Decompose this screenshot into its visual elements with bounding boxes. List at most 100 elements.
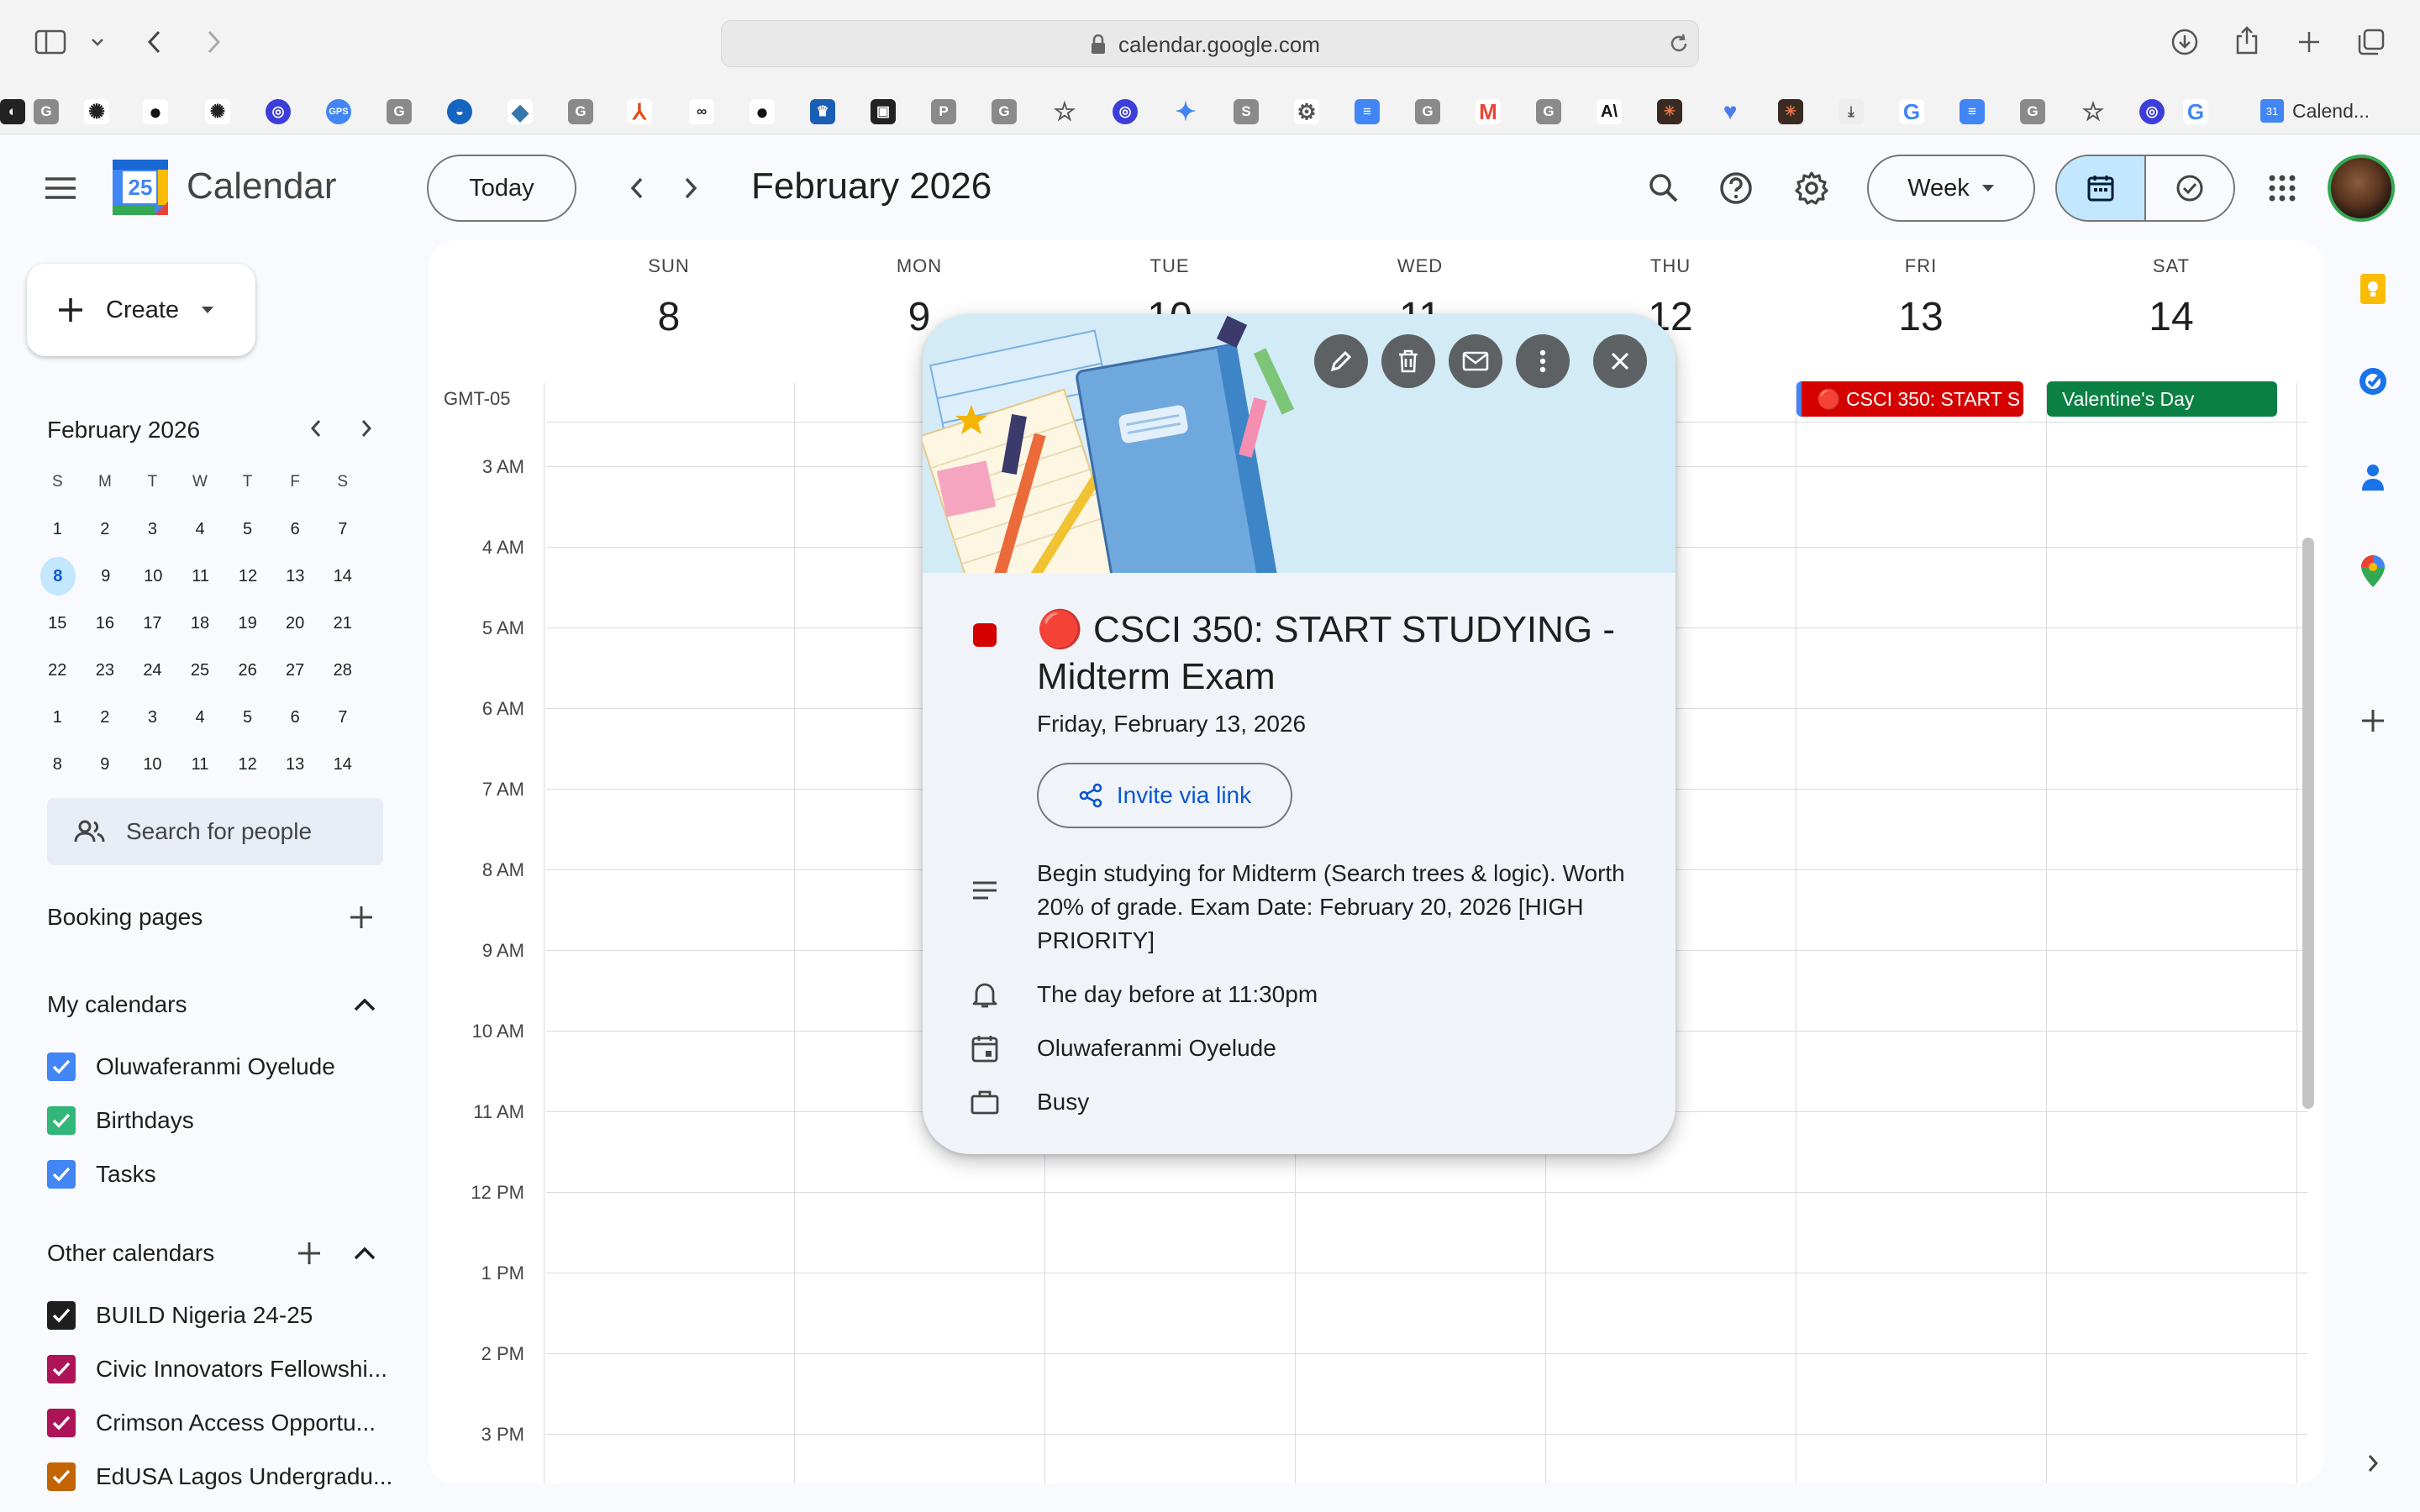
day-header[interactable]: FRI 13 — [1796, 255, 2046, 340]
mini-next-month-icon[interactable] — [341, 403, 392, 454]
mini-calendar-day[interactable]: 12 — [224, 745, 271, 784]
more-options-icon[interactable] — [1516, 334, 1570, 388]
search-icon[interactable] — [1637, 161, 1691, 215]
favorite-github-icon[interactable]: ● — [143, 99, 168, 124]
help-icon[interactable] — [1709, 161, 1763, 215]
mini-calendar-day[interactable]: 11 — [176, 557, 224, 596]
allday-event-valentines[interactable]: Valentine's Day — [2047, 381, 2277, 417]
mini-calendar-day[interactable]: 26 — [224, 651, 271, 690]
checkbox-checked-icon[interactable] — [47, 1106, 76, 1135]
share-icon[interactable] — [2230, 24, 2264, 57]
mini-calendar-day[interactable]: 1 — [34, 510, 82, 549]
favorite-g-icon[interactable]: G — [387, 99, 412, 124]
mini-calendar-day[interactable]: 13 — [271, 745, 319, 784]
mini-calendar-day[interactable]: 2 — [82, 510, 129, 549]
favorite-openai-icon[interactable]: ✺ — [205, 99, 230, 124]
favorite-g-icon[interactable]: G — [1415, 99, 1440, 124]
mini-calendar-day[interactable]: 9 — [82, 745, 129, 784]
add-other-calendar-icon[interactable] — [284, 1228, 334, 1278]
mini-calendar-day[interactable]: 13 — [271, 557, 318, 596]
edit-event-button[interactable] — [1314, 334, 1368, 388]
favorite-gemini-icon[interactable]: ✦ — [1173, 98, 1198, 126]
checkbox-checked-icon[interactable] — [47, 1409, 76, 1437]
create-button[interactable]: Create — [27, 264, 255, 356]
mini-calendar-day[interactable]: 16 — [82, 604, 129, 643]
day-header[interactable]: SUN 8 — [544, 255, 794, 340]
view-selector-button[interactable]: Week — [1867, 155, 2035, 222]
chevron-down-icon[interactable] — [81, 25, 114, 59]
checkbox-checked-icon[interactable] — [47, 1053, 76, 1081]
other-calendars-label[interactable]: Other calendars — [47, 1240, 214, 1267]
my-calendars-label[interactable]: My calendars — [47, 991, 187, 1018]
mini-calendar-day[interactable]: 17 — [129, 604, 176, 643]
favorite-docs-icon[interactable]: ≡ — [1355, 99, 1380, 124]
mini-calendar-day[interactable]: 7 — [318, 510, 366, 549]
sidebar-toggle-icon[interactable] — [34, 25, 67, 59]
chevron-up-icon[interactable] — [339, 1228, 390, 1278]
day-number[interactable]: 8 — [544, 294, 794, 340]
favorite-app-icon[interactable]: ⤓ — [1839, 99, 1864, 124]
mini-calendar-day[interactable]: 2 — [82, 698, 129, 737]
favorite-app-icon[interactable]: ♥ — [1718, 98, 1743, 124]
favorite-gps-icon[interactable]: GPS — [326, 99, 351, 124]
mini-calendar-day[interactable]: 14 — [318, 745, 366, 784]
maps-icon[interactable] — [2353, 551, 2393, 591]
favorite-app-icon[interactable]: ∞ — [689, 99, 714, 124]
settings-gear-icon[interactable] — [1785, 161, 1839, 215]
favorite-app-icon[interactable]: ▣ — [871, 99, 896, 124]
favorite-app-icon[interactable]: ◎ — [1113, 99, 1138, 124]
favorite-app-icon[interactable]: ◎ — [266, 99, 291, 124]
reload-icon[interactable] — [1668, 33, 1690, 55]
checkbox-checked-icon[interactable] — [47, 1160, 76, 1189]
tasks-icon[interactable] — [2353, 361, 2393, 402]
favorite-google-icon[interactable]: G — [1899, 99, 1924, 124]
new-tab-icon[interactable] — [2292, 25, 2326, 59]
mini-calendar-day[interactable]: 9 — [82, 557, 129, 596]
mini-calendar-day[interactable]: 27 — [271, 651, 319, 690]
day-number[interactable]: 13 — [1796, 294, 2046, 340]
mini-prev-month-icon[interactable] — [291, 403, 341, 454]
calendar-list-item[interactable]: BUILD Nigeria 24-25 — [47, 1295, 313, 1336]
favorite-s-icon[interactable]: S — [1234, 99, 1259, 124]
favorite-openai-icon[interactable]: ✺ — [84, 99, 109, 124]
email-guests-button[interactable] — [1449, 334, 1502, 388]
favorite-app-icon[interactable]: ♛ — [810, 99, 835, 124]
mini-calendar-day[interactable]: 3 — [129, 510, 176, 549]
prev-week-icon[interactable] — [610, 161, 664, 215]
downloads-icon[interactable] — [2168, 25, 2202, 59]
account-avatar[interactable] — [2328, 155, 2395, 222]
favorite-app-icon[interactable]: ⚙ — [1294, 99, 1319, 124]
favorite-github-icon[interactable]: ● — [750, 99, 775, 124]
close-popover-button[interactable] — [1593, 334, 1647, 388]
mini-calendar-day[interactable]: 10 — [129, 745, 176, 784]
favorite-g-icon[interactable]: G — [568, 99, 593, 124]
calendar-list-item[interactable]: Birthdays — [47, 1100, 194, 1141]
active-tab[interactable]: 31 Calend... — [2260, 94, 2412, 128]
favorite-docs-icon[interactable]: ≡ — [1960, 99, 1985, 124]
calendar-list-item[interactable]: Oluwaferanmi Oyelude — [47, 1047, 335, 1087]
allday-event-csci350[interactable]: 🔴 CSCI 350: START S — [1797, 381, 2023, 417]
favorite-p-icon[interactable]: P — [931, 99, 956, 124]
favorite-star-icon[interactable]: ☆ — [1052, 98, 1077, 126]
checkbox-checked-icon[interactable] — [47, 1355, 76, 1383]
main-menu-icon[interactable] — [34, 161, 87, 215]
mini-calendar-day[interactable]: 11 — [176, 745, 224, 784]
invite-via-link-button[interactable]: Invite via link — [1037, 763, 1292, 828]
back-icon[interactable] — [138, 25, 171, 59]
mini-calendar-day[interactable]: 23 — [82, 651, 129, 690]
favorite-g-icon[interactable]: G — [2020, 99, 2045, 124]
mini-calendar-day[interactable]: 21 — [318, 604, 366, 643]
mini-calendar-day[interactable]: 6 — [271, 510, 319, 549]
address-bar[interactable]: calendar.google.com — [721, 20, 1699, 67]
favorite-star-icon[interactable]: ☆ — [2081, 98, 2106, 126]
mini-calendar-day[interactable]: 3 — [129, 698, 176, 737]
favorite-python-icon[interactable]: ◆ — [508, 99, 533, 124]
delete-event-button[interactable] — [1381, 334, 1435, 388]
contacts-icon[interactable] — [2353, 457, 2393, 497]
calendar-list-item[interactable]: Civic Innovators Fellowshi... — [47, 1349, 387, 1389]
mini-calendar-day[interactable]: 14 — [319, 557, 366, 596]
mini-calendar-day[interactable]: 6 — [271, 698, 319, 737]
favorite-g-icon[interactable]: G — [34, 99, 59, 124]
checkbox-checked-icon[interactable] — [47, 1301, 76, 1330]
calendar-list-item[interactable]: Tasks — [47, 1154, 156, 1194]
